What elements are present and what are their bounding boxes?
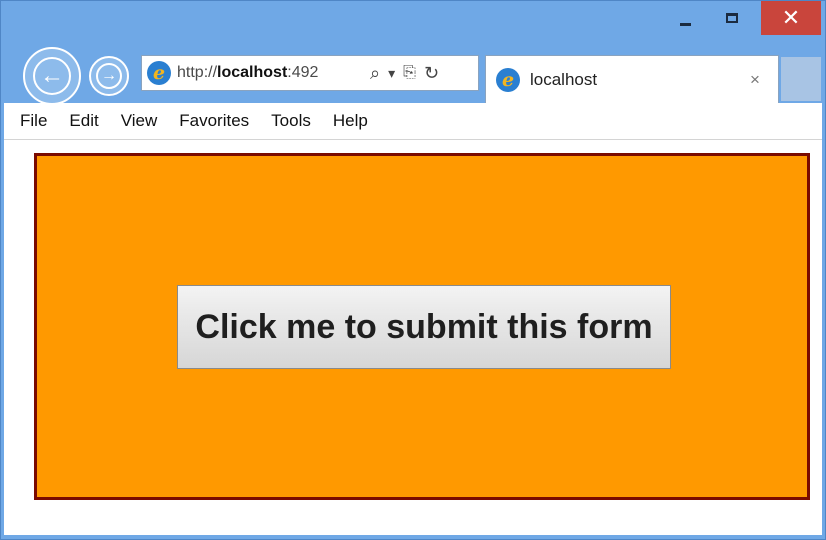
menu-file[interactable]: File	[20, 111, 47, 131]
compatibility-view-icon[interactable]: ⎘	[403, 64, 416, 82]
menu-tools[interactable]: Tools	[271, 111, 311, 131]
close-icon: ✕	[781, 5, 801, 30]
forward-button[interactable]: →	[89, 56, 129, 96]
menu-favorites[interactable]: Favorites	[179, 111, 249, 131]
page-content: Click me to submit this form	[4, 140, 822, 535]
maximize-icon	[726, 13, 738, 23]
menu-view[interactable]: View	[121, 111, 158, 131]
url-input[interactable]: http://localhost:492	[177, 64, 362, 82]
title-bar: ✕	[1, 1, 825, 45]
refresh-icon[interactable]: ↻	[424, 63, 439, 84]
maximize-button[interactable]	[713, 1, 751, 35]
address-bar[interactable]: e http://localhost:492 ⌕ ▾ ⎘ ↻	[141, 55, 479, 91]
tab-title: localhost	[530, 69, 598, 89]
chevron-down-icon[interactable]: ▾	[388, 65, 395, 82]
minimize-icon	[679, 22, 691, 26]
back-button[interactable]: ←	[23, 47, 81, 105]
url-prefix: http://	[177, 64, 218, 81]
close-tab-icon[interactable]: ×	[750, 70, 760, 90]
url-rest: :492	[287, 64, 319, 81]
forward-arrow-icon: →	[96, 63, 122, 89]
submit-button[interactable]: Click me to submit this form	[177, 285, 671, 369]
menu-help[interactable]: Help	[333, 111, 368, 131]
tab-localhost[interactable]: e localhost ×	[485, 55, 779, 103]
form-panel: Click me to submit this form	[34, 153, 810, 500]
back-arrow-icon: ←	[33, 57, 71, 95]
ie-logo-icon: e	[496, 67, 520, 92]
menu-edit[interactable]: Edit	[69, 111, 98, 131]
close-window-button[interactable]: ✕	[761, 1, 821, 35]
ie-logo-icon: e	[147, 61, 171, 85]
address-tools: ⌕ ▾ ⎘ ↻	[362, 63, 439, 84]
new-tab-button[interactable]	[781, 57, 821, 101]
browser-window: ✕ ← → e http://localhost:492 ⌕ ▾ ⎘ ↻ e l…	[0, 0, 826, 540]
menu-bar: File Edit View Favorites Tools Help	[4, 103, 822, 140]
search-icon[interactable]: ⌕	[370, 63, 380, 84]
url-host: localhost	[217, 64, 288, 81]
minimize-button[interactable]	[666, 1, 704, 35]
